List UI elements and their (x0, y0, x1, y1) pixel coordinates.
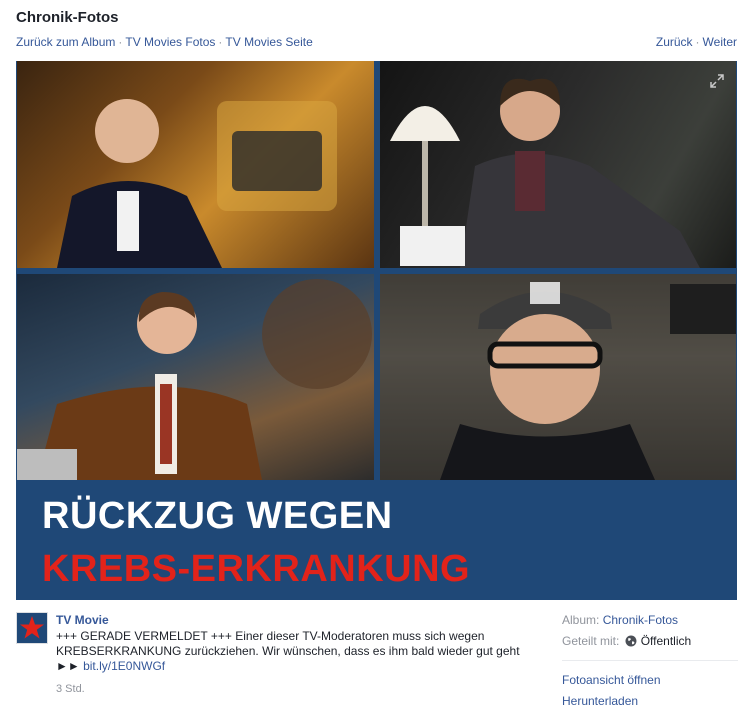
photo-viewer[interactable]: RÜCKZUG WEGEN KREBS-ERKRANKUNG (16, 61, 737, 600)
globe-icon[interactable] (625, 635, 637, 650)
page-title: Chronik-Fotos (16, 9, 119, 26)
headline-line-1: RÜCKZUG WEGEN (42, 495, 393, 537)
post-link[interactable]: bit.ly/1E0NWGf (83, 659, 165, 673)
privacy-row: Geteilt mit: Öffentlich (562, 634, 691, 650)
post-text-line: +++ GERADE VERMELDET +++ Einer dieser TV… (56, 629, 485, 643)
photo-panel-top-right (380, 61, 736, 268)
open-photo-view-link[interactable]: Fotoansicht öffnen (562, 673, 661, 687)
privacy-value[interactable]: Öffentlich (641, 634, 691, 648)
presenter-silhouette (17, 279, 372, 480)
presenter-silhouette (380, 274, 736, 480)
post-author[interactable]: TV Movie (56, 613, 109, 627)
open-photo-view-row: Fotoansicht öffnen (562, 673, 661, 687)
tv-movies-photos-link[interactable]: TV Movies Fotos (125, 35, 215, 49)
star-logo-icon (17, 613, 47, 643)
photo-panel-bottom-right (380, 274, 736, 480)
breadcrumb-separator: · (218, 35, 223, 49)
presenter-silhouette (390, 78, 700, 268)
breadcrumb: Zurück zum Album · TV Movies Fotos · TV Movi… (16, 35, 313, 49)
play-arrows-icon: ►► (56, 659, 84, 673)
post-text-line: KREBSERKRANKUNG zurückziehen. Wir wünsch… (56, 644, 520, 658)
presenter-silhouette (57, 99, 337, 268)
next-photo-link[interactable]: Weiter (703, 35, 737, 49)
photo-panel-top-left (17, 61, 374, 268)
album-link[interactable]: Chronik-Fotos (603, 613, 678, 627)
page-avatar[interactable] (16, 612, 48, 644)
download-row: Herunterladen (562, 694, 638, 708)
photo-pager: Zurück · Weiter (656, 35, 737, 49)
pager-separator: · (695, 35, 700, 49)
download-link[interactable]: Herunterladen (562, 694, 638, 708)
album-label: Album: (562, 613, 600, 627)
album-row: Album: Chronik-Fotos (562, 613, 678, 627)
post-link-line: ►► bit.ly/1E0NWGf (56, 659, 526, 674)
sidebar-divider (562, 660, 738, 661)
post-text: +++ GERADE VERMELDET +++ Einer dieser TV… (56, 629, 526, 674)
expand-icon[interactable] (709, 73, 725, 89)
headline-line-2: KREBS-ERKRANKUNG (42, 548, 471, 590)
breadcrumb-separator: · (118, 35, 123, 49)
back-to-album-link[interactable]: Zurück zum Album (16, 35, 115, 49)
tv-movies-page-link[interactable]: TV Movies Seite (225, 35, 312, 49)
post-timestamp[interactable]: 3 Std. (56, 683, 85, 695)
photo-panel-bottom-left (17, 274, 374, 480)
shared-with-label: Geteilt mit: (562, 634, 620, 648)
prev-photo-link[interactable]: Zurück (656, 35, 693, 49)
